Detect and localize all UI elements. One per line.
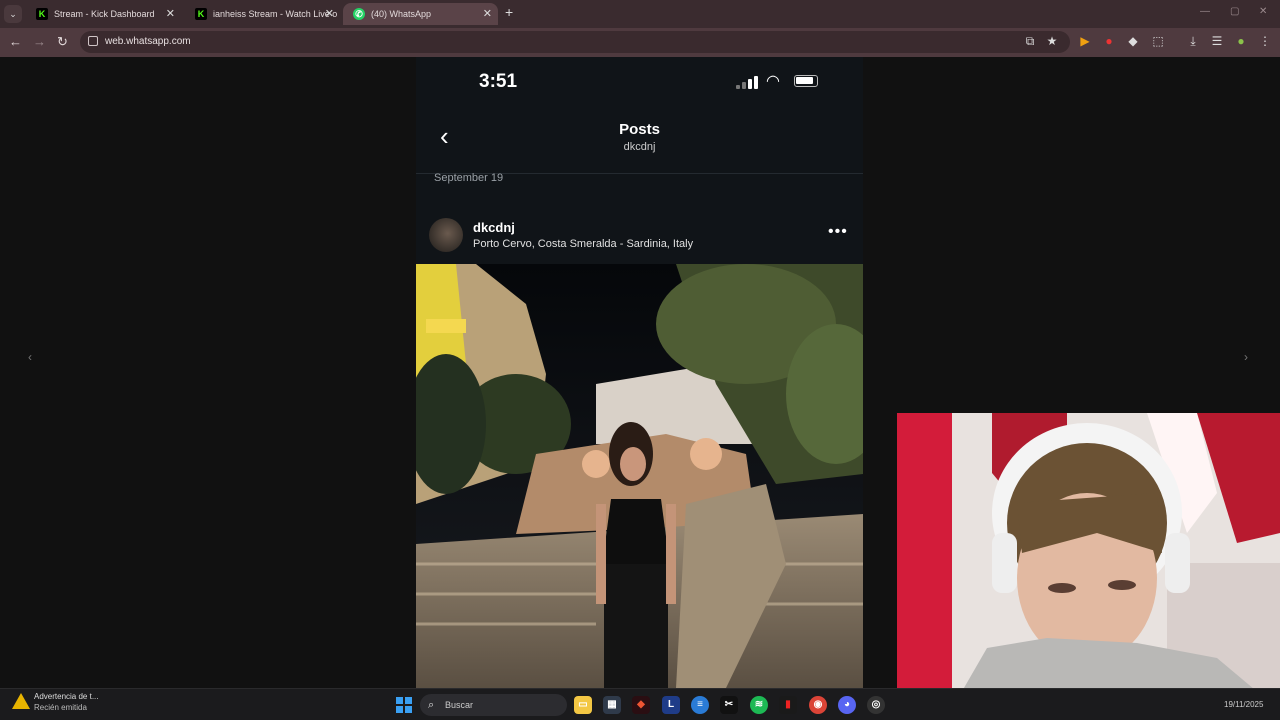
- extension-diamond-icon[interactable]: ◆: [1125, 34, 1141, 48]
- browser-tab-bar: ⌄ K Stream - Kick Dashboard ✕ K ianheiss…: [0, 0, 1280, 28]
- back-icon[interactable]: ←: [9, 34, 22, 49]
- taskbar-search[interactable]: ⌕ Buscar: [420, 694, 567, 716]
- tab-title: (40) WhatsApp: [371, 9, 432, 19]
- cast-icon[interactable]: ⧉: [1022, 34, 1038, 49]
- post-date-label: September 19: [434, 172, 504, 184]
- notification-toast[interactable]: Advertencia de t... Recién emitida: [10, 692, 98, 712]
- previous-arrow-icon[interactable]: ‹: [28, 350, 32, 364]
- ellipsis-icon[interactable]: •••: [828, 223, 848, 241]
- new-tab-icon[interactable]: +: [505, 4, 513, 20]
- chrome-icon[interactable]: ◉: [809, 696, 827, 714]
- warning-icon: [12, 693, 30, 709]
- posts-title: Posts: [619, 121, 660, 138]
- tab-whatsapp[interactable]: ✆ (40) WhatsApp ✕: [343, 3, 498, 25]
- store-icon[interactable]: ▦: [603, 696, 621, 714]
- obs-icon[interactable]: ◎: [867, 696, 885, 714]
- menu-kebab-icon[interactable]: ⋮: [1257, 34, 1273, 48]
- wifi-icon: ◠: [766, 73, 780, 90]
- post-username[interactable]: dkcdnj: [473, 220, 515, 235]
- search-placeholder: Buscar: [445, 700, 474, 710]
- windows-start-icon[interactable]: [396, 697, 412, 713]
- discord-icon[interactable]: ◕: [838, 696, 856, 714]
- address-bar[interactable]: web.whatsapp.com: [80, 31, 1070, 53]
- close-tab-icon[interactable]: ✕: [325, 3, 334, 25]
- close-tab-icon[interactable]: ✕: [166, 3, 175, 25]
- download-icon[interactable]: ⤓: [1185, 34, 1201, 49]
- taskbar-date: 19/11/2025: [1224, 700, 1264, 709]
- close-window-icon[interactable]: ✕: [1259, 6, 1267, 17]
- tab-kick-stream[interactable]: K ianheiss Stream - Watch Live o ✕: [185, 3, 340, 25]
- reload-icon[interactable]: ↻: [57, 34, 68, 50]
- extension-play-icon[interactable]: ▶: [1077, 34, 1093, 48]
- tab-kick-dashboard[interactable]: K Stream - Kick Dashboard ✕: [26, 3, 181, 25]
- url-text: web.whatsapp.com: [105, 36, 191, 47]
- post-location[interactable]: Porto Cervo, Costa Smeralda - Sardinia, …: [473, 238, 693, 250]
- kick-favicon-icon: K: [36, 8, 48, 20]
- kick-favicon-icon: K: [195, 8, 207, 20]
- webcam-overlay: [897, 413, 1280, 700]
- forward-icon[interactable]: →: [33, 34, 46, 49]
- app-l-icon[interactable]: L: [662, 696, 680, 714]
- profile-avatar-icon[interactable]: ●: [1233, 34, 1249, 48]
- notification-subtitle: Recién emitida: [34, 703, 87, 712]
- site-info-icon[interactable]: [88, 36, 98, 46]
- bookmark-star-icon[interactable]: ★: [1044, 34, 1060, 48]
- tab-search-dropdown-icon[interactable]: ⌄: [4, 5, 22, 23]
- posts-subtitle: dkcdnj: [623, 141, 656, 153]
- extension-red-icon[interactable]: ●: [1101, 34, 1117, 48]
- minimize-icon[interactable]: —: [1200, 6, 1210, 17]
- reading-list-icon[interactable]: ☰: [1209, 34, 1225, 48]
- maximize-icon[interactable]: ▢: [1230, 6, 1239, 17]
- whatsapp-favicon-icon: ✆: [353, 8, 365, 20]
- battery-icon: [794, 75, 818, 87]
- cellular-signal-icon: [736, 75, 758, 89]
- spotify-icon[interactable]: ≋: [750, 696, 768, 714]
- post-avatar[interactable]: [429, 218, 463, 252]
- close-tab-icon[interactable]: ✕: [483, 3, 492, 25]
- app-shield-icon[interactable]: ◆: [632, 696, 650, 714]
- search-icon: ⌕: [428, 699, 435, 711]
- shared-phone-screenshot: 3:51 ◠ ‹ Posts dkcdnj September 19 dkcdn…: [416, 57, 863, 688]
- app-red-icon[interactable]: ▮: [779, 696, 797, 714]
- file-explorer-icon[interactable]: ▭: [574, 696, 592, 714]
- extensions-puzzle-icon[interactable]: ⬚: [1150, 34, 1166, 48]
- app-blue-icon[interactable]: ≡: [691, 696, 709, 714]
- capcut-icon[interactable]: ✂: [720, 696, 738, 714]
- notification-title: Advertencia de t...: [34, 692, 99, 701]
- next-arrow-icon[interactable]: ›: [1244, 350, 1248, 364]
- status-bar-time: 3:51: [479, 71, 518, 92]
- post-photo[interactable]: [416, 264, 863, 688]
- windows-taskbar: Advertencia de t... Recién emitida ⌕ Bus…: [0, 688, 1280, 720]
- tab-title: ianheiss Stream - Watch Live o: [213, 9, 338, 19]
- tab-title: Stream - Kick Dashboard: [54, 9, 155, 19]
